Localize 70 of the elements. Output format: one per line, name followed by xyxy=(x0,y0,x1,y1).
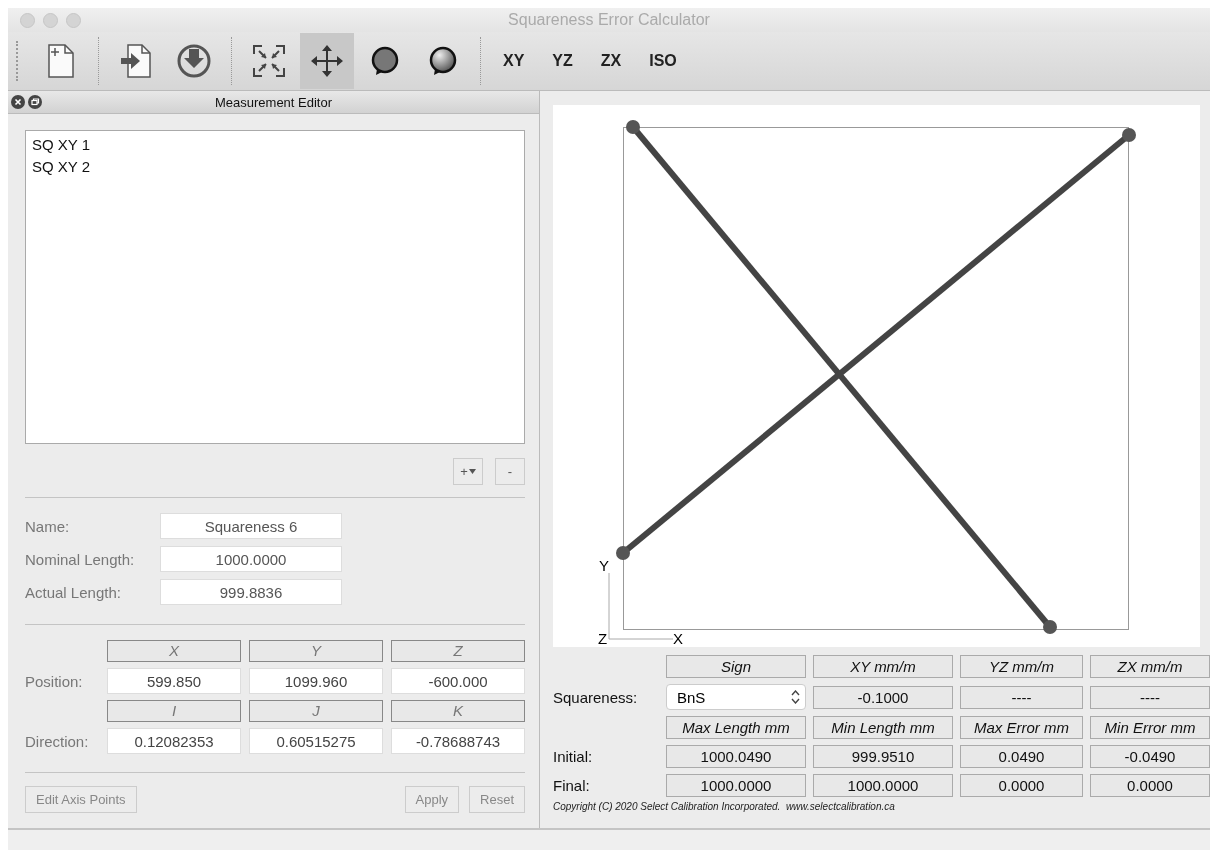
number-field[interactable]: -600.000 xyxy=(391,668,525,694)
result-cell: ---- xyxy=(960,685,1083,709)
column-header: Min Length mm xyxy=(813,716,953,739)
result-cell: 1000.0490 xyxy=(666,745,806,768)
column-header: X xyxy=(107,640,241,662)
copyright-text: Copyright (C) 2020 Select Calibration Incorporated. www.selectcalibration.ca xyxy=(553,801,896,812)
field-label: Actual Length: xyxy=(25,583,122,601)
row-label: Final: xyxy=(553,777,591,794)
result-cell: 1000.0000 xyxy=(813,774,953,797)
column-header: K xyxy=(391,700,525,722)
move-arrows-icon xyxy=(310,44,344,78)
row-label: Squareness: xyxy=(553,688,639,706)
column-header: XY mm/m xyxy=(813,655,953,678)
fit-view-icon xyxy=(252,44,286,78)
view-button[interactable]: ISO xyxy=(639,46,687,76)
column-header: Max Error mm xyxy=(960,716,1083,739)
number-field[interactable]: 1099.960 xyxy=(249,668,383,694)
column-header: Y xyxy=(249,640,383,662)
remove-button[interactable]: - xyxy=(495,458,525,485)
field-label: Direction: xyxy=(25,732,90,750)
number-field[interactable]: -0.78688743 xyxy=(391,728,525,754)
panel-title: Measurement Editor xyxy=(214,94,333,110)
column-header: ZX mm/m xyxy=(1090,655,1210,678)
pan-button[interactable] xyxy=(300,33,354,89)
result-cell: 1000.0000 xyxy=(666,774,806,797)
field-label: Nominal Length: xyxy=(25,550,136,568)
stepper-caret-icon xyxy=(791,690,800,704)
result-cell: 999.9510 xyxy=(813,745,953,768)
rotate-circle-icon xyxy=(369,45,401,77)
measurement-item[interactable]: SQ XY 1 xyxy=(32,134,518,156)
column-header: YZ mm/m xyxy=(960,655,1083,678)
text-field[interactable]: 1000.0000 xyxy=(160,546,342,572)
add-button[interactable]: + xyxy=(453,458,483,485)
result-cell: 0.0490 xyxy=(960,745,1083,768)
sphere-icon xyxy=(427,45,459,77)
result-cell: -0.1000 xyxy=(813,685,953,709)
float-panel-icon[interactable] xyxy=(28,95,42,109)
column-header: Z xyxy=(391,640,525,662)
field-label: Name: xyxy=(25,517,71,535)
new-document-icon xyxy=(46,43,76,79)
number-field[interactable]: 599.850 xyxy=(107,668,241,694)
axis-label: Y xyxy=(599,557,609,574)
sign-dropdown[interactable]: BnS xyxy=(666,684,806,710)
result-cell: -0.0490 xyxy=(1090,745,1210,768)
view-button[interactable]: ZX xyxy=(590,46,632,76)
axis-label: X xyxy=(673,630,683,647)
result-cell: 0.0000 xyxy=(960,774,1083,797)
column-header: Max Length mm xyxy=(666,716,806,739)
result-cell: ---- xyxy=(1090,685,1210,709)
number-field[interactable]: 0.60515275 xyxy=(249,728,383,754)
column-header: I xyxy=(107,700,241,722)
column-header: Sign xyxy=(666,655,806,678)
window-title: Squareness Error Calculator xyxy=(508,11,710,29)
download-circle-icon xyxy=(176,43,212,79)
view-button[interactable]: YZ xyxy=(542,46,583,76)
text-field[interactable]: 999.8836 xyxy=(160,579,342,605)
axis-triad xyxy=(608,572,674,640)
row-label: Initial: xyxy=(553,748,594,765)
axis-label: Z xyxy=(598,630,608,647)
text-field[interactable]: Squareness 6 xyxy=(160,513,342,539)
measurement-item[interactable]: SQ XY 2 xyxy=(32,156,518,178)
number-field[interactable]: 0.12082353 xyxy=(107,728,241,754)
column-header: Min Error mm xyxy=(1090,716,1210,739)
column-header: J xyxy=(249,700,383,722)
field-label: Position: xyxy=(25,672,84,690)
result-cell: 0.0000 xyxy=(1090,774,1210,797)
import-document-icon xyxy=(119,43,153,79)
close-panel-icon[interactable] xyxy=(11,95,25,109)
caret-icon xyxy=(468,469,476,474)
view-button[interactable]: XY xyxy=(493,46,535,76)
